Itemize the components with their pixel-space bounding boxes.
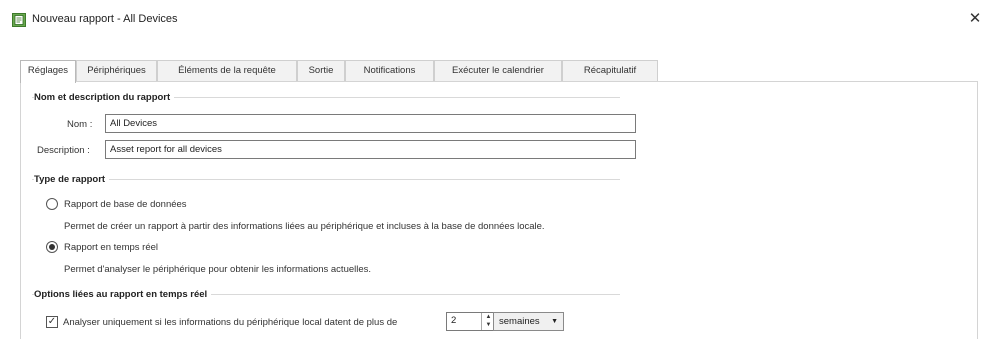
- window-title: Nouveau rapport - All Devices: [32, 13, 178, 25]
- database-report-description: Permet de créer un rapport à partir des …: [64, 221, 545, 232]
- name-description-group-title: Nom et description du rapport: [34, 92, 175, 103]
- database-report-label[interactable]: Rapport de base de données: [64, 199, 187, 210]
- cropped-text-row: [0, 330, 993, 339]
- name-description-group: Nom et description du rapport Nom : Desc…: [32, 92, 636, 169]
- age-spinner-value[interactable]: 2: [451, 315, 456, 326]
- tab-peripheriques[interactable]: Périphériques: [76, 60, 157, 82]
- title-bar: Nouveau rapport - All Devices ✕: [0, 0, 993, 38]
- tab-elements-requete[interactable]: Éléments de la requête: [157, 60, 297, 82]
- description-input[interactable]: [105, 140, 636, 159]
- tab-reglages[interactable]: Réglages: [20, 60, 76, 83]
- report-type-group-title: Type de rapport: [34, 174, 110, 185]
- realtime-report-radio[interactable]: [46, 241, 58, 253]
- realtime-report-label[interactable]: Rapport en temps réel: [64, 242, 158, 253]
- report-app-icon: [12, 13, 26, 27]
- tab-executer-calendrier[interactable]: Exécuter le calendrier: [434, 60, 562, 82]
- checkmark-icon: ✓: [47, 316, 57, 327]
- tab-notifications[interactable]: Notifications: [345, 60, 434, 82]
- scan-only-if-older-label[interactable]: Analyser uniquement si les informations …: [63, 317, 397, 328]
- tab-recapitulatif[interactable]: Récapitulatif: [562, 60, 658, 82]
- tab-sortie[interactable]: Sortie: [297, 60, 345, 82]
- scan-only-if-older-checkbox[interactable]: ✓: [46, 316, 58, 328]
- realtime-options-group: Options liées au rapport en temps réel ✓…: [32, 289, 620, 331]
- close-button[interactable]: ✕: [964, 8, 986, 30]
- age-unit-dropdown[interactable]: semaines ▼: [493, 312, 564, 331]
- name-input[interactable]: [105, 114, 636, 133]
- name-label: Nom :: [67, 119, 93, 130]
- chevron-down-icon: ▼: [551, 318, 558, 325]
- report-type-group: Type de rapport Rapport de base de donné…: [32, 174, 620, 279]
- realtime-report-description: Permet d'analyser le périphérique pour o…: [64, 264, 372, 275]
- age-spinner[interactable]: 2 ▲ ▼: [446, 312, 496, 331]
- close-icon: ✕: [968, 10, 982, 27]
- description-label: Description :: [37, 145, 90, 156]
- realtime-options-group-title: Options liées au rapport en temps réel: [34, 289, 212, 300]
- report-dialog-window: Nouveau rapport - All Devices ✕ Réglages…: [0, 0, 993, 339]
- age-unit-value: semaines: [499, 316, 540, 327]
- database-report-radio[interactable]: [46, 198, 58, 210]
